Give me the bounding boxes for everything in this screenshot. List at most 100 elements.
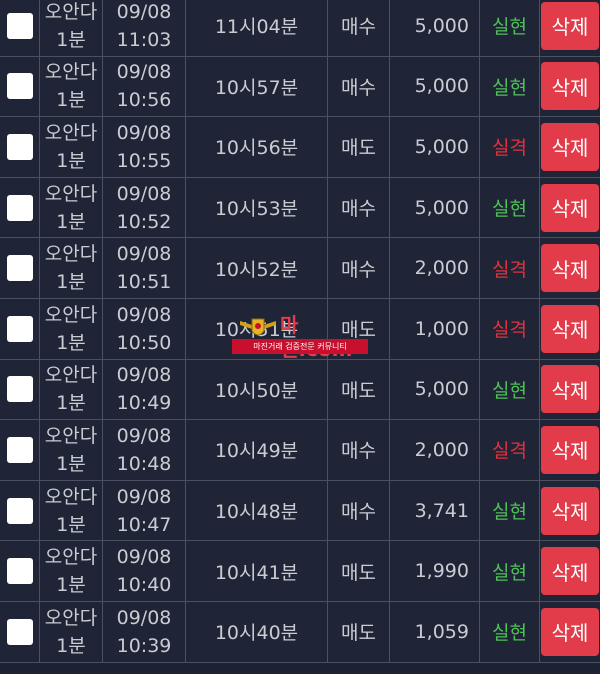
- row-checkbox[interactable]: [6, 497, 33, 524]
- bet-amount: 5,000: [414, 75, 469, 98]
- delete-button[interactable]: 삭제: [541, 1, 599, 50]
- amount-cell: 5,000: [390, 117, 480, 177]
- table-row: 오안다 1분 09/08 10:49 10시50분 매도 5,000 실현 삭제: [0, 359, 600, 421]
- row-checkbox[interactable]: [6, 618, 33, 645]
- bet-date: 09/08: [116, 364, 172, 387]
- game-cell: 오안다 1분: [40, 359, 103, 420]
- bet-history-table: 오안다 1분 09/08 11:03 11시04분 매수 5,000 실현 삭제…: [0, 0, 600, 663]
- round-cell: 10시56분: [186, 117, 328, 177]
- round-value: 10시57분: [214, 76, 299, 99]
- row-checkbox[interactable]: [6, 12, 33, 39]
- delete-cell: 삭제: [540, 178, 600, 238]
- result-status: 실현: [492, 622, 527, 645]
- select-cell: [0, 177, 40, 238]
- round-value: 10시52분: [214, 258, 299, 281]
- datetime-cell: 09/08 10:39: [103, 601, 186, 662]
- round-value: 10시50분: [214, 379, 299, 402]
- round-cell: 10시57분: [186, 56, 328, 117]
- table-row: 오안다 1분 09/08 10:39 10시40분 매도 1,059 실현 삭제: [0, 601, 600, 663]
- result-cell: 실격: [480, 298, 540, 359]
- bet-amount: 5,000: [414, 378, 469, 401]
- row-checkbox[interactable]: [6, 315, 33, 342]
- datetime-cell: 09/08 10:55: [103, 117, 186, 177]
- type-cell: 매도: [328, 601, 390, 662]
- amount-cell: 2,000: [390, 420, 480, 480]
- trade-type: 매도: [341, 319, 376, 342]
- delete-cell: 삭제: [540, 57, 600, 117]
- game-name: 오안다: [44, 0, 98, 23]
- type-cell: 매수: [328, 177, 390, 238]
- type-cell: 매수: [328, 0, 390, 56]
- amount-cell: 2,000: [390, 238, 480, 298]
- bet-date: 09/08: [116, 424, 172, 447]
- game-name: 오안다: [44, 182, 98, 205]
- bet-time: 10:55: [116, 149, 172, 172]
- type-cell: 매도: [328, 298, 390, 359]
- game-interval: 1분: [56, 271, 86, 294]
- amount-cell: 5,000: [390, 359, 480, 420]
- row-checkbox[interactable]: [6, 73, 33, 100]
- delete-button[interactable]: 삭제: [541, 365, 599, 414]
- round-cell: 10시49분: [186, 420, 328, 480]
- row-checkbox[interactable]: [6, 133, 33, 160]
- game-name: 오안다: [44, 485, 98, 508]
- game-interval: 1분: [56, 574, 86, 597]
- row-checkbox[interactable]: [6, 376, 33, 403]
- delete-cell: 삭제: [540, 481, 600, 541]
- game-cell: 오안다 1분: [40, 480, 103, 541]
- delete-button[interactable]: 삭제: [541, 62, 599, 111]
- game-interval: 1분: [56, 28, 86, 51]
- result-cell: 실현: [480, 56, 540, 117]
- select-cell: [0, 480, 40, 541]
- bet-time: 10:51: [116, 271, 172, 294]
- trade-type: 매도: [341, 379, 376, 402]
- delete-button[interactable]: 삭제: [541, 304, 599, 353]
- game-cell: 오안다 1분: [40, 298, 103, 359]
- select-cell: [0, 238, 40, 298]
- amount-cell: 5,000: [390, 177, 480, 238]
- bet-date: 09/08: [116, 606, 172, 629]
- bet-time: 11:03: [116, 28, 172, 51]
- bet-amount: 1,000: [414, 317, 469, 340]
- bet-time: 10:39: [116, 634, 172, 657]
- delete-button[interactable]: 삭제: [541, 425, 599, 474]
- type-cell: 매도: [328, 117, 390, 177]
- round-cell: 11시04분: [186, 0, 328, 56]
- round-value: 11시04분: [214, 16, 299, 39]
- round-cell: 10시50분: [186, 359, 328, 420]
- select-cell: [0, 298, 40, 359]
- round-cell: 10시40분: [186, 601, 328, 662]
- bet-date: 09/08: [116, 0, 172, 23]
- delete-button[interactable]: 삭제: [541, 183, 599, 232]
- game-cell: 오안다 1분: [40, 117, 103, 177]
- trade-type: 매도: [341, 561, 376, 584]
- row-checkbox[interactable]: [6, 194, 33, 221]
- delete-cell: 삭제: [540, 420, 600, 480]
- row-checkbox[interactable]: [6, 255, 33, 282]
- game-interval: 1분: [56, 392, 86, 415]
- game-interval: 1분: [56, 452, 86, 475]
- bet-amount: 5,000: [414, 14, 469, 37]
- round-value: 10시53분: [214, 198, 299, 221]
- delete-button[interactable]: 삭제: [541, 122, 599, 171]
- bet-amount: 2,000: [414, 438, 469, 461]
- type-cell: 매수: [328, 238, 390, 298]
- delete-cell: 삭제: [540, 0, 600, 56]
- delete-cell: 삭제: [540, 299, 600, 359]
- round-cell: 10시53분: [186, 177, 328, 238]
- select-cell: [0, 56, 40, 117]
- delete-button[interactable]: 삭제: [541, 547, 599, 596]
- bet-date: 09/08: [116, 61, 172, 84]
- select-cell: [0, 117, 40, 177]
- delete-button[interactable]: 삭제: [541, 244, 599, 293]
- game-interval: 1분: [56, 634, 86, 657]
- datetime-cell: 09/08 10:51: [103, 238, 186, 298]
- datetime-cell: 09/08 10:49: [103, 359, 186, 420]
- row-checkbox[interactable]: [6, 558, 33, 585]
- result-cell: 실현: [480, 177, 540, 238]
- delete-button[interactable]: 삭제: [541, 607, 599, 656]
- row-checkbox[interactable]: [6, 436, 33, 463]
- bet-time: 10:56: [116, 89, 172, 112]
- delete-button[interactable]: 삭제: [541, 486, 599, 535]
- result-status: 실현: [492, 76, 527, 99]
